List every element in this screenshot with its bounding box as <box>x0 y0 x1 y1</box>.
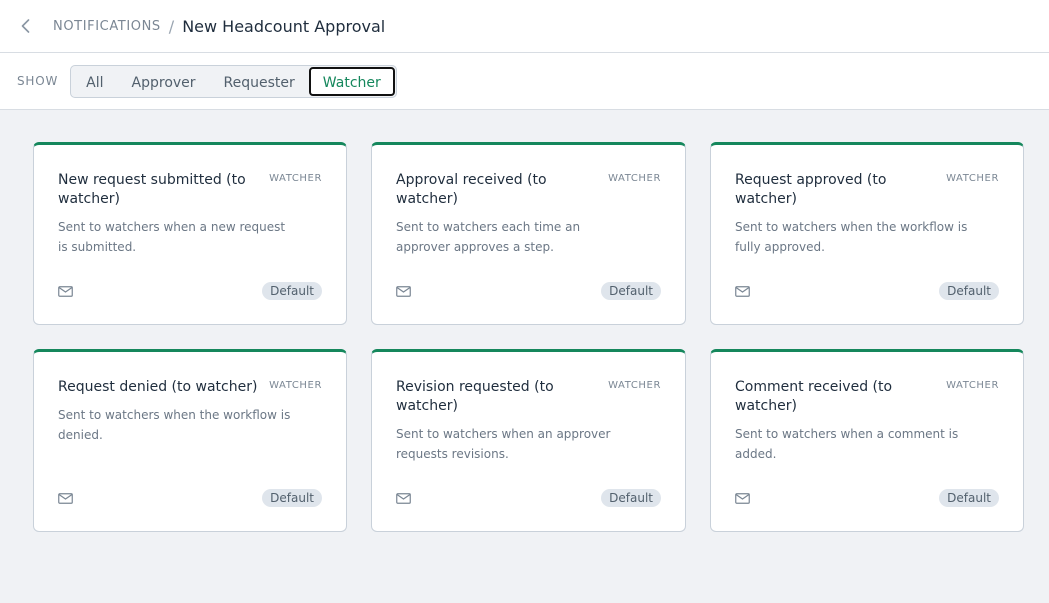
role-tag: WATCHER <box>608 380 661 391</box>
page-title: New Headcount Approval <box>182 16 386 36</box>
show-label: SHOW <box>17 74 59 88</box>
mail-icon <box>735 285 750 297</box>
card-description: Sent to watchers when a comment is added… <box>735 427 959 461</box>
chevron-left-icon[interactable] <box>18 19 32 33</box>
main-content: New request submitted (to watcher) WATCH… <box>0 110 1049 532</box>
mail-icon <box>58 285 73 297</box>
role-tag: WATCHER <box>608 173 661 184</box>
notification-card[interactable]: Approval received (to watcher) WATCHER S… <box>371 142 686 325</box>
filter-all[interactable]: All <box>72 67 117 96</box>
card-title: Comment received (to watcher) <box>735 379 893 414</box>
default-badge: Default <box>939 489 999 507</box>
card-title: New request submitted (to watcher) <box>58 172 246 207</box>
card-title: Approval received (to watcher) <box>396 172 547 207</box>
default-badge: Default <box>262 282 322 300</box>
breadcrumb-notifications[interactable]: NOTIFICATIONS <box>53 19 161 34</box>
default-badge: Default <box>601 282 661 300</box>
filter-bar: SHOW All Approver Requester Watcher <box>0 53 1049 110</box>
role-tag: WATCHER <box>269 380 322 391</box>
page-header: NOTIFICATIONS / New Headcount Approval <box>0 0 1049 53</box>
card-title: Request denied (to watcher) <box>58 379 258 395</box>
notification-card[interactable]: Request denied (to watcher) WATCHER Sent… <box>33 349 347 532</box>
mail-icon <box>735 492 750 504</box>
default-badge: Default <box>601 489 661 507</box>
card-description: Sent to watchers when a new request is s… <box>58 220 286 254</box>
default-badge: Default <box>939 282 999 300</box>
mail-icon <box>396 492 411 504</box>
notification-card[interactable]: Comment received (to watcher) WATCHER Se… <box>710 349 1024 532</box>
role-tag: WATCHER <box>269 173 322 184</box>
mail-icon <box>396 285 411 297</box>
filter-requester[interactable]: Requester <box>210 67 309 96</box>
notification-card[interactable]: New request submitted (to watcher) WATCH… <box>33 142 347 325</box>
role-filter: All Approver Requester Watcher <box>70 64 397 98</box>
filter-watcher[interactable]: Watcher <box>308 66 395 96</box>
default-badge: Default <box>262 489 322 507</box>
notification-grid: New request submitted (to watcher) WATCH… <box>33 142 1024 532</box>
card-description: Sent to watchers each time an approver a… <box>396 220 581 254</box>
card-description: Sent to watchers when the workflow is de… <box>58 408 291 442</box>
role-tag: WATCHER <box>946 173 999 184</box>
card-title: Revision requested (to watcher) <box>396 379 554 414</box>
mail-icon <box>58 492 73 504</box>
card-title: Request approved (to watcher) <box>735 172 887 207</box>
card-description: Sent to watchers when the workflow is fu… <box>735 220 968 254</box>
breadcrumb-separator: / <box>168 16 175 36</box>
card-description: Sent to watchers when an approver reques… <box>396 427 611 461</box>
notification-card[interactable]: Revision requested (to watcher) WATCHER … <box>371 349 686 532</box>
notification-card[interactable]: Request approved (to watcher) WATCHER Se… <box>710 142 1024 325</box>
filter-approver[interactable]: Approver <box>118 67 210 96</box>
role-tag: WATCHER <box>946 380 999 391</box>
